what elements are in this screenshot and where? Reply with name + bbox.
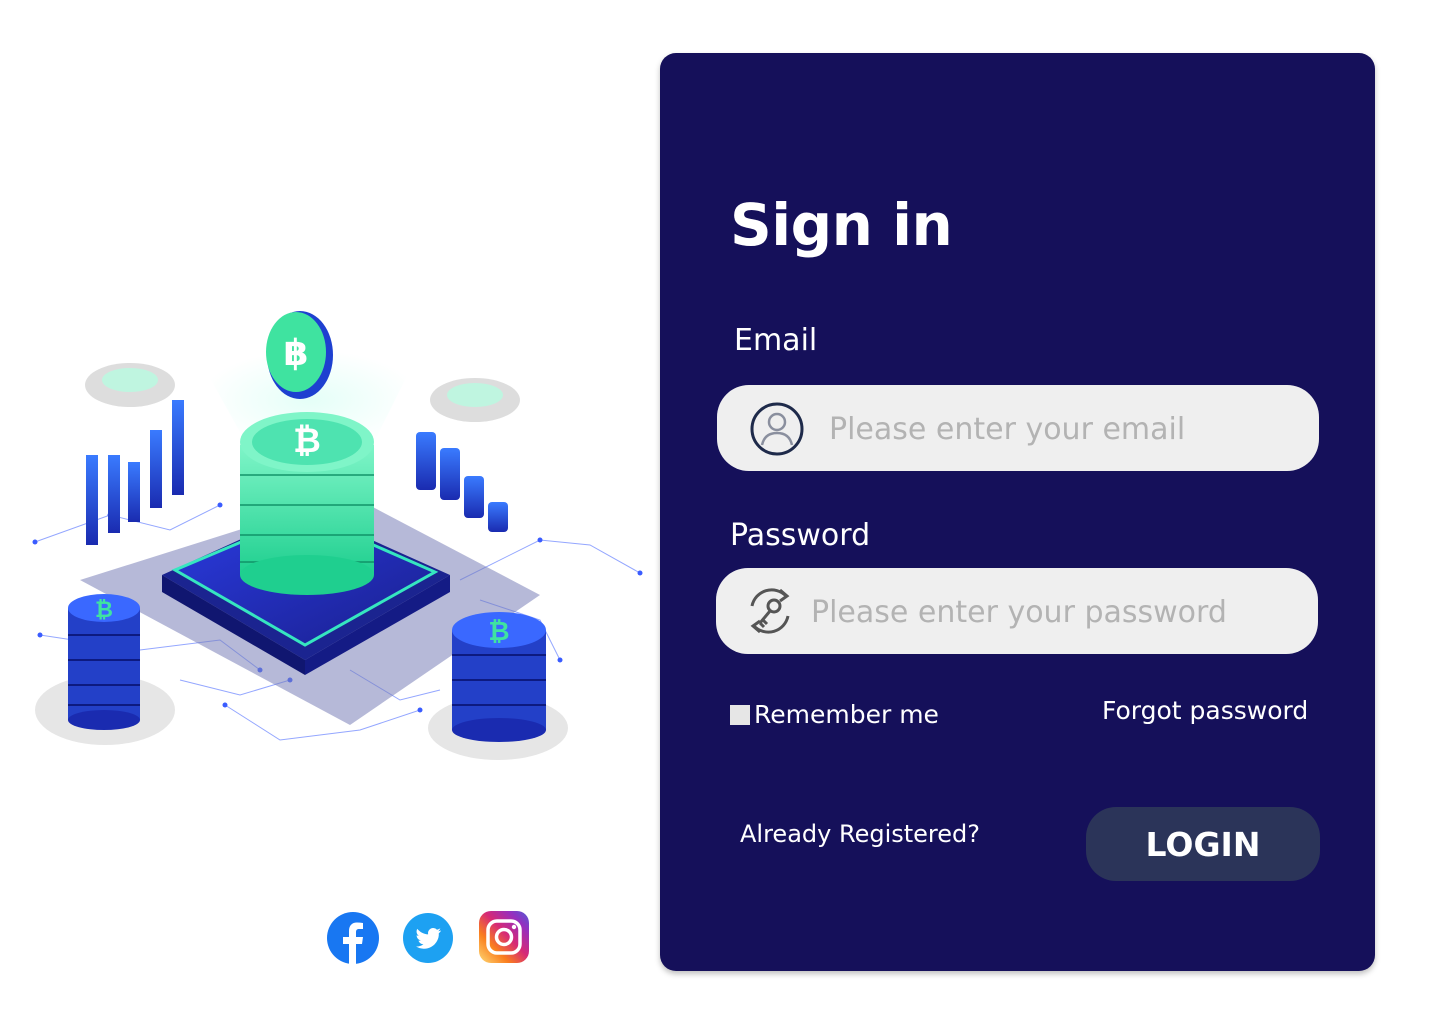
svg-text:₿: ₿ xyxy=(95,598,113,623)
facebook-icon xyxy=(327,912,379,964)
svg-text:₿: ₿ xyxy=(293,421,321,461)
password-input[interactable] xyxy=(809,568,1283,656)
user-icon xyxy=(750,402,804,456)
remember-label: Remember me xyxy=(754,700,939,729)
instagram-icon xyxy=(479,911,529,963)
password-label: Password xyxy=(730,518,871,553)
password-field[interactable] xyxy=(716,568,1318,656)
login-button[interactable]: LOGIN xyxy=(1086,807,1320,881)
crypto-illustration: ₿ ฿ ₿ ₿ xyxy=(32,311,643,760)
signin-panel: Sign in Email Password Remember me Forgo… xyxy=(660,53,1375,971)
instagram-link[interactable] xyxy=(478,910,530,966)
forgot-password-link[interactable]: Forgot password xyxy=(1102,696,1308,725)
email-field[interactable] xyxy=(717,385,1319,473)
page-title: Sign in xyxy=(730,191,953,259)
email-label: Email xyxy=(734,323,818,358)
svg-text:฿: ฿ xyxy=(283,333,308,374)
email-input[interactable] xyxy=(827,385,1301,473)
facebook-link[interactable] xyxy=(327,910,379,966)
remember-checkbox[interactable] xyxy=(730,704,750,725)
already-registered-link[interactable]: Already Registered? xyxy=(740,820,980,848)
svg-text:₿: ₿ xyxy=(488,617,509,647)
twitter-icon xyxy=(403,913,453,963)
key-refresh-icon xyxy=(750,588,790,634)
twitter-link[interactable] xyxy=(402,910,454,966)
remember-me[interactable]: Remember me xyxy=(730,700,939,729)
